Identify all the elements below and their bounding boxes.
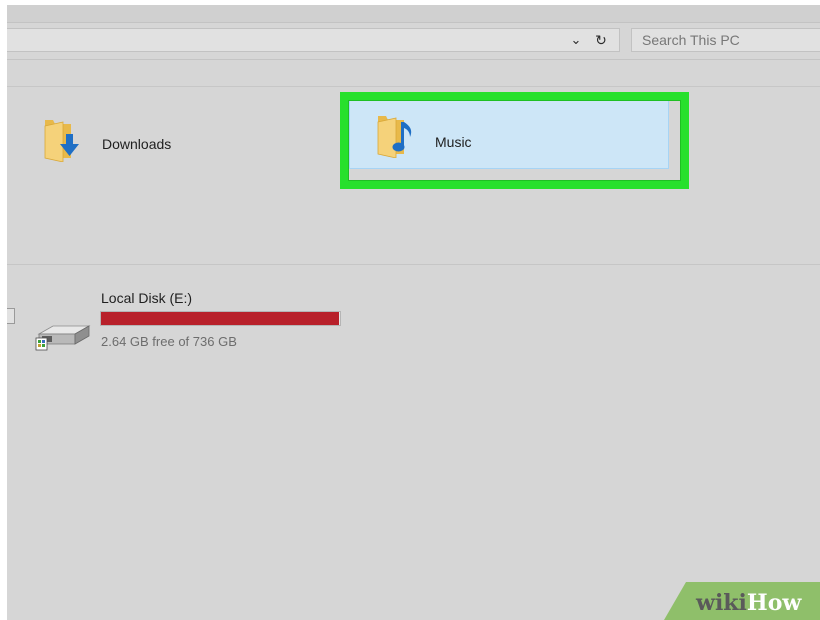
refresh-icon[interactable]: ↻ [591, 29, 611, 51]
watermark-wiki: wiki [696, 590, 747, 616]
drive-usage-fill [101, 312, 340, 325]
drive-name: Local Disk (E:) [101, 290, 193, 306]
drive-usage-bar [100, 311, 341, 326]
toolbar-band [7, 60, 820, 87]
drive-tile-local-disk-e[interactable]: Local Disk (E:) 2.64 GB free of 736 GB [33, 288, 353, 358]
watermark-text: wikiHow [696, 590, 801, 616]
music-folder-icon [377, 116, 412, 158]
address-bar[interactable]: ⌄ ↻ [7, 28, 620, 52]
folder-label-downloads: Downloads [102, 136, 172, 152]
folder-label-music: Music [435, 134, 472, 150]
watermark-how: How [746, 590, 802, 616]
file-explorer-window: ⌄ ↻ Downloads [7, 5, 820, 620]
section-divider [7, 264, 820, 265]
collapse-handle[interactable] [7, 308, 15, 324]
watermark: wikiHow [664, 582, 820, 620]
chevron-down-icon[interactable]: ⌄ [567, 29, 585, 51]
folder-tile-music[interactable]: Music [349, 99, 669, 169]
hard-drive-icon [35, 325, 91, 351]
ribbon-strip [7, 5, 820, 23]
folder-tile-downloads[interactable]: Downloads [35, 110, 315, 170]
downloads-folder-icon [44, 120, 79, 162]
drive-free-space: 2.64 GB free of 736 GB [101, 334, 237, 349]
address-row: ⌄ ↻ [7, 23, 820, 60]
search-input[interactable] [631, 28, 820, 52]
screenshot-stage: ⌄ ↻ Downloads [0, 0, 820, 620]
